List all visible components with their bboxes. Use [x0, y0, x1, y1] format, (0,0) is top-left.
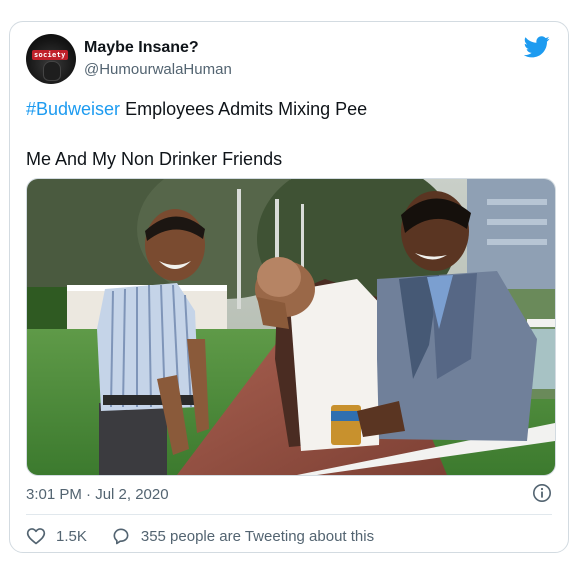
conversation-text: 355 people are Tweeting about this — [140, 527, 375, 545]
like-button[interactable]: 1.5K — [26, 526, 87, 546]
tweet-line-2: Me And My Non Drinker Friends — [26, 149, 283, 169]
tweet-line-1: #Budweiser Employees Admits Mixing Pee — [26, 97, 556, 121]
twitter-bird-icon[interactable] — [524, 36, 550, 58]
author-handle[interactable]: @HumourwalaHuman — [84, 61, 232, 78]
tweet-timestamp[interactable]: 3:01 PM · Jul 2, 2020 — [26, 486, 169, 503]
avatar[interactable]: society — [26, 34, 76, 84]
avatar-badge: society — [32, 50, 68, 60]
avatar-mask-figure — [43, 61, 61, 81]
divider — [26, 514, 552, 515]
tweet-line-1-rest: Employees Admits Mixing Pee — [120, 99, 368, 119]
tweet-actions: 1.5K 355 people are Tweeting about this — [26, 526, 374, 546]
tweet-text: #Budweiser Employees Admits Mixing Pee M… — [26, 97, 556, 171]
hashtag-link[interactable]: #Budweiser — [26, 99, 120, 119]
heart-icon — [26, 528, 46, 545]
author-name[interactable]: Maybe Insane? — [84, 39, 199, 57]
info-icon[interactable] — [532, 483, 552, 503]
speech-bubble-icon — [113, 528, 129, 545]
conversation-link[interactable]: 355 people are Tweeting about this — [111, 526, 374, 546]
like-count: 1.5K — [56, 527, 87, 545]
tweet-media-image[interactable] — [26, 178, 556, 476]
tweet-card[interactable]: society Maybe Insane? @HumourwalaHuman #… — [9, 21, 569, 553]
